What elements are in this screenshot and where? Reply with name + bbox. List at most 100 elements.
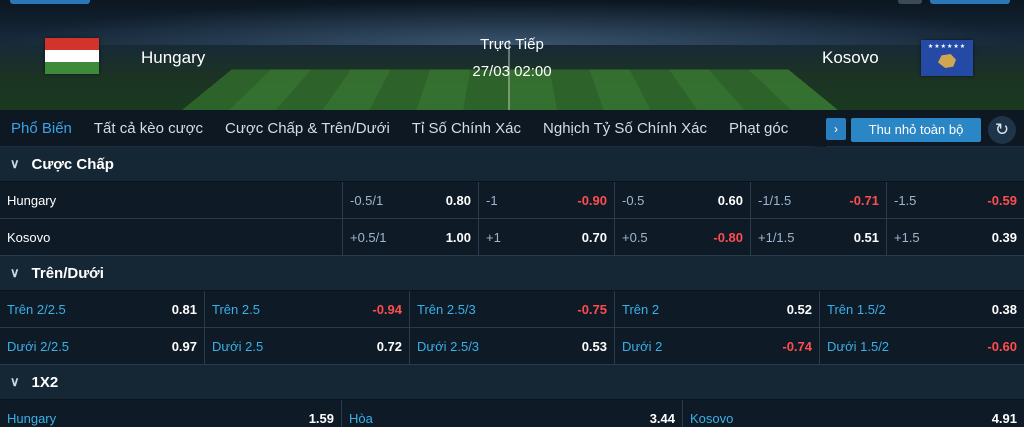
table-row: Trên 2/2.5 0.81 Trên 2.5 -0.94 Trên 2.5/3 -… xyxy=(0,291,1024,328)
odds-cell[interactable]: Trên 1.5/2 0.38 xyxy=(820,291,1024,327)
odds-cell[interactable]: -1.5 -0.59 xyxy=(887,182,1024,218)
odd-value: -0.80 xyxy=(713,229,743,245)
chevron-down-icon: ∨ xyxy=(10,156,20,171)
handicap-label: -1/1.5 xyxy=(758,192,792,208)
match-header: Hungary Trực Tiếp 27/03 02:00 Kosovo ★★★… xyxy=(0,0,1024,110)
odd-value: 0.52 xyxy=(786,301,812,317)
odds-cell[interactable]: Dưới 2.5/3 0.53 xyxy=(410,328,615,364)
line-label: Dưới 1.5/2 xyxy=(827,338,890,354)
odds-cell[interactable]: +0.5 -0.80 xyxy=(615,219,751,255)
top-edge-small-button[interactable] xyxy=(898,0,922,4)
section-title: Cược Chấp xyxy=(31,155,114,173)
odd-value: -0.90 xyxy=(577,192,607,208)
chevron-down-icon: ∨ xyxy=(10,265,20,280)
odds-cell[interactable]: -1 -0.90 xyxy=(479,182,615,218)
odd-value: -0.60 xyxy=(987,338,1017,354)
tab-pho-bien[interactable]: Phổ Biến xyxy=(0,110,83,147)
kosovo-flag-icon: ★★★★★★ xyxy=(921,40,973,76)
odd-value: 4.91 xyxy=(991,410,1017,426)
table-row: Kosovo +0.5/1 1.00 +1 0.70 +0.5 -0.80 +1/1.… xyxy=(0,219,1024,256)
odds-cell[interactable]: -1/1.5 -0.71 xyxy=(751,182,887,218)
odds-cell[interactable]: Dưới 2/2.5 0.97 xyxy=(0,328,205,364)
line-label: Trên 2.5/3 xyxy=(417,301,476,317)
tab-nghich-ty-so[interactable]: Nghịch Tỷ Số Chính Xác xyxy=(532,110,718,147)
odds-cell[interactable]: Trên 2.5/3 -0.75 xyxy=(410,291,615,327)
odds-cell[interactable]: Trên 2.5 -0.94 xyxy=(205,291,410,327)
1x2-section-header[interactable]: ∨ 1X2 xyxy=(0,365,1024,400)
team-name: Hungary xyxy=(0,182,343,218)
table-row: Hungary -0.5/1 0.80 -1 -0.90 -0.5 0.60 -1/1… xyxy=(0,182,1024,219)
tab-phat-goc[interactable]: Phạt góc xyxy=(718,110,799,147)
odds-cell[interactable]: +1 0.70 xyxy=(479,219,615,255)
away-team-name: Kosovo xyxy=(822,48,879,67)
tab-ti-so-chinh-xac[interactable]: Tỉ Số Chính Xác xyxy=(401,110,532,147)
odd-value: -0.94 xyxy=(372,301,402,317)
top-edge-button-right[interactable] xyxy=(930,0,1010,4)
handicap-label: +1/1.5 xyxy=(758,229,795,245)
chevron-down-icon: ∨ xyxy=(10,374,20,389)
over-under-section-header[interactable]: ∨ Trên/Dưới xyxy=(0,256,1024,291)
handicap-label: +0.5 xyxy=(622,229,648,245)
odds-cell[interactable]: +0.5/1 1.00 xyxy=(343,219,479,255)
top-edge-button[interactable] xyxy=(10,0,90,4)
line-label: Dưới 2 xyxy=(622,338,663,354)
table-row: Dưới 2/2.5 0.97 Dưới 2.5 0.72 Dưới 2.5/3 0.… xyxy=(0,328,1024,365)
odd-value: 0.97 xyxy=(171,338,197,354)
odd-value: 0.80 xyxy=(445,192,471,208)
tab-cuoc-chap-tren-duoi[interactable]: Cược Chấp & Trên/Dưới xyxy=(214,110,401,147)
line-label: Dưới 2.5 xyxy=(212,338,264,354)
handicap-label: +1 xyxy=(486,229,501,245)
odd-value: 3.44 xyxy=(649,410,675,426)
odds-cell[interactable]: Trên 2/2.5 0.81 xyxy=(0,291,205,327)
chevron-right-icon[interactable]: › xyxy=(826,118,846,140)
handicap-section-header[interactable]: ∨ Cược Chấp xyxy=(0,147,1024,182)
team-name: Kosovo xyxy=(0,219,343,255)
handicap-label: -0.5/1 xyxy=(350,192,384,208)
odd-value: 0.60 xyxy=(717,192,743,208)
odd-value: 0.72 xyxy=(376,338,402,354)
odd-value: -0.74 xyxy=(782,338,812,354)
flag-map-icon xyxy=(938,54,956,68)
odd-value: 0.39 xyxy=(991,229,1017,245)
odds-cell[interactable]: +1.5 0.39 xyxy=(887,219,1024,255)
odd-value: 1.00 xyxy=(445,229,471,245)
flag-stars-icon: ★★★★★★ xyxy=(927,44,967,50)
refresh-icon[interactable]: ↻ xyxy=(988,116,1016,144)
odd-value: 0.70 xyxy=(581,229,607,245)
line-label: Trên 1.5/2 xyxy=(827,301,886,317)
table-row: Hungary 1.59 Hòa 3.44 Kosovo 4.91 xyxy=(0,400,1024,427)
odd-value: -0.59 xyxy=(987,192,1017,208)
odd-value: 0.81 xyxy=(171,301,197,317)
odd-value: 0.38 xyxy=(991,301,1017,317)
odds-cell[interactable]: Hungary 1.59 xyxy=(0,400,342,427)
odd-value: -0.71 xyxy=(849,192,879,208)
collapse-all-button[interactable]: Thu nhỏ toàn bộ xyxy=(851,118,981,142)
outcome-label: Hungary xyxy=(7,410,57,426)
odd-value: 0.53 xyxy=(581,338,607,354)
odds-cell[interactable]: -0.5/1 0.80 xyxy=(343,182,479,218)
handicap-label: +0.5/1 xyxy=(350,229,387,245)
handicap-label: -1.5 xyxy=(894,192,917,208)
odds-cell[interactable]: Hòa 3.44 xyxy=(342,400,683,427)
tabs-fade-overlay xyxy=(806,110,826,147)
line-label: Trên 2/2.5 xyxy=(7,301,66,317)
market-tabs: Phổ Biến Tất cả kèo cược Cược Chấp & Trê… xyxy=(0,110,1024,147)
odds-cell[interactable]: Kosovo 4.91 xyxy=(683,400,1024,427)
line-label: Dưới 2.5/3 xyxy=(417,338,480,354)
odd-value: 1.59 xyxy=(308,410,334,426)
odds-cell[interactable]: +1/1.5 0.51 xyxy=(751,219,887,255)
odd-value: -0.75 xyxy=(577,301,607,317)
tab-tat-ca-keo-cuoc[interactable]: Tất cả kèo cược xyxy=(83,110,214,147)
line-label: Dưới 2/2.5 xyxy=(7,338,70,354)
section-title: 1X2 xyxy=(31,373,59,391)
odds-cell[interactable]: Dưới 2 -0.74 xyxy=(615,328,820,364)
odd-value: 0.51 xyxy=(853,229,879,245)
outcome-label: Hòa xyxy=(349,410,373,426)
handicap-label: +1.5 xyxy=(894,229,920,245)
odds-cell[interactable]: Dưới 2.5 0.72 xyxy=(205,328,410,364)
handicap-label: -1 xyxy=(486,192,498,208)
odds-cell[interactable]: Trên 2 0.52 xyxy=(615,291,820,327)
section-title: Trên/Dưới xyxy=(31,264,104,282)
odds-cell[interactable]: Dưới 1.5/2 -0.60 xyxy=(820,328,1024,364)
odds-cell[interactable]: -0.5 0.60 xyxy=(615,182,751,218)
